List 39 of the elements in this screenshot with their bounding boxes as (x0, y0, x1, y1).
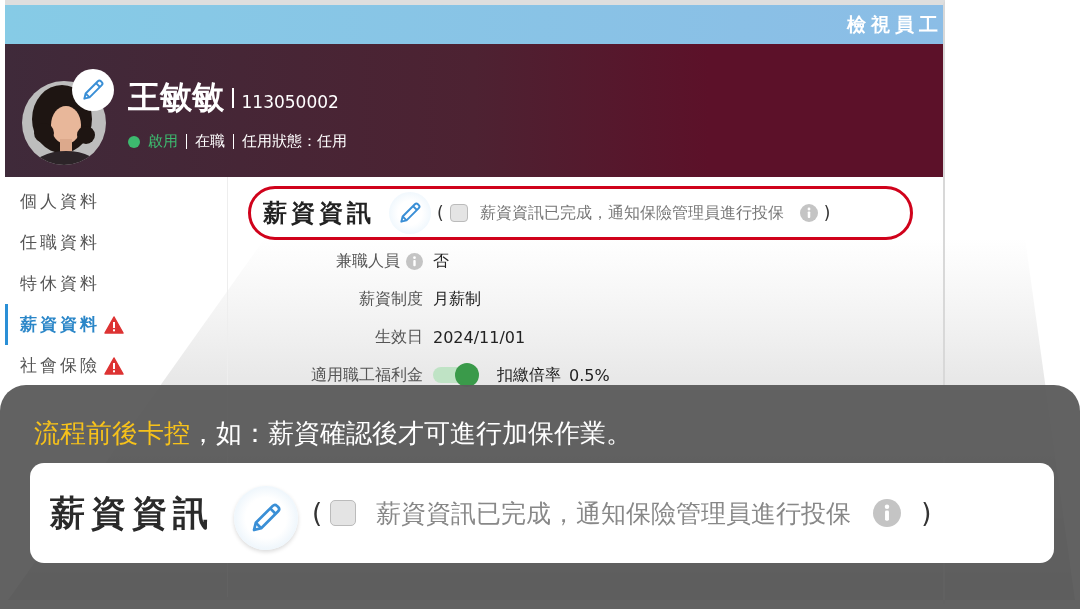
parenthesis: ( (312, 498, 323, 528)
field-value: 否 (433, 250, 449, 272)
field-label: 適用職工福利金 (311, 364, 423, 386)
field-value: 2024/11/01 (433, 327, 526, 347)
appointment-status: 任用狀態：任用 (242, 132, 347, 151)
status-label: 啟用 (148, 132, 178, 151)
sidebar-label: 任職資料 (20, 231, 100, 254)
field-value: 0.5% (569, 365, 610, 385)
edit-button[interactable] (234, 486, 298, 550)
checkbox[interactable] (449, 204, 468, 222)
parenthesis: ( (437, 203, 444, 223)
edit-photo-button[interactable] (72, 68, 114, 111)
window-title: 檢視員工 (847, 11, 943, 37)
field-label: 扣繳倍率 (497, 364, 561, 386)
field-label: 生效日 (375, 326, 423, 348)
callout-text: 流程前後卡控，如：薪資確認後才可進行加保作業。 (34, 417, 633, 450)
checkbox-label: 薪資資訊已完成，通知保險管理員進行投保 (479, 202, 784, 224)
checkbox-label: 薪資資訊已完成，通知保險管理員進行投保 (376, 497, 852, 530)
employee-id: 113050002 (241, 92, 339, 112)
info-icon[interactable] (873, 499, 902, 527)
info-icon[interactable] (406, 252, 423, 270)
section-title: 薪資資訊 (50, 491, 214, 535)
checkbox[interactable] (330, 500, 357, 526)
sidebar-label: 社會保險 (20, 354, 100, 377)
parenthesis: ) (921, 498, 932, 528)
edit-button[interactable] (389, 192, 431, 234)
employment-status: 在職 (195, 132, 225, 151)
info-icon[interactable] (799, 204, 818, 222)
sidebar-label: 特休資料 (20, 272, 100, 295)
section-title: 薪資資訊 (263, 198, 375, 229)
pencil-icon (397, 200, 423, 226)
field-label: 薪資制度 (359, 288, 423, 310)
sidebar-label: 個人資料 (20, 190, 100, 213)
sidebar-label: 薪資資料 (20, 313, 100, 336)
employee-name: 王敏敏 (128, 77, 224, 118)
field-value: 月薪制 (433, 288, 481, 310)
pencil-icon (80, 76, 106, 103)
field-label: 兼職人員 (336, 250, 400, 272)
parenthesis: ) (823, 203, 831, 223)
